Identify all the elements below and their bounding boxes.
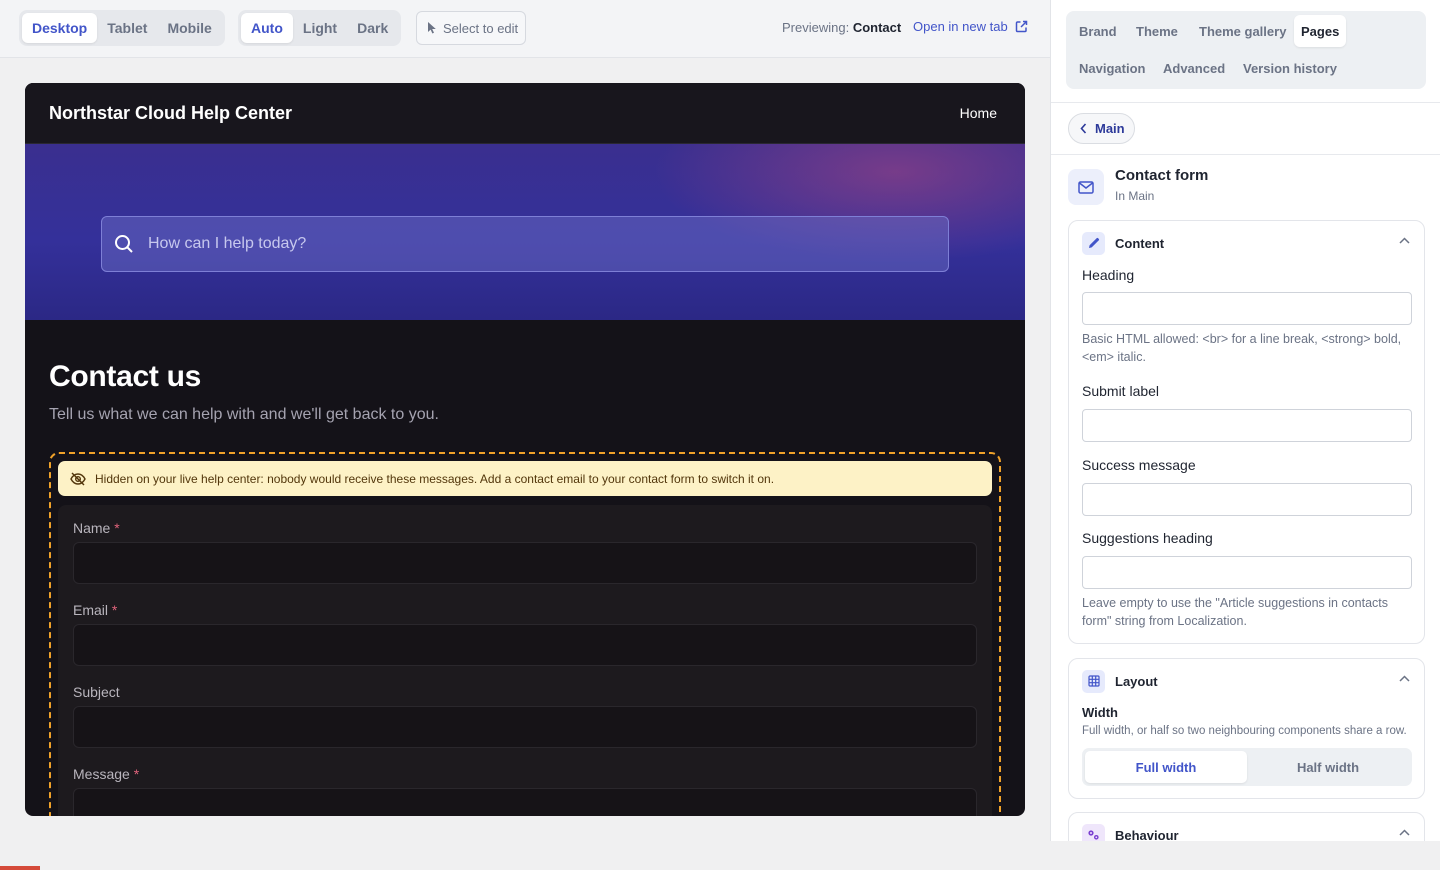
gears-icon — [1082, 823, 1105, 841]
chevron-up-icon — [1399, 829, 1410, 836]
contact-form-component[interactable]: Hidden on your live help center: nobody … — [49, 452, 1001, 816]
subject-input[interactable] — [73, 706, 977, 748]
email-input[interactable] — [73, 624, 977, 666]
suggestions-help-text: Leave empty to use the "Article suggesti… — [1082, 596, 1388, 628]
message-field: Message * — [73, 766, 977, 816]
external-link-icon — [1015, 20, 1027, 33]
hidden-warning-text: Hidden on your live help center: nobody … — [95, 471, 775, 486]
mode-light-option[interactable]: Light — [293, 13, 347, 43]
name-label: Name * — [73, 520, 120, 536]
behaviour-section-title: Behaviour — [1115, 827, 1179, 842]
hero-banner: How can I help today? — [25, 144, 1025, 320]
subject-field: Subject — [73, 684, 977, 748]
submit-label-label: Submit label — [1082, 383, 1160, 399]
contact-heading: Contact us — [49, 360, 202, 393]
cursor-arrow-icon — [428, 22, 436, 34]
corner-indicator — [0, 866, 40, 870]
nav-home-link[interactable]: Home — [960, 105, 997, 121]
color-mode-switcher: Auto Light Dark — [238, 10, 402, 46]
open-in-new-tab-label: Open in new tab — [913, 19, 1008, 34]
select-to-edit-label: Select to edit — [443, 20, 519, 36]
suggestions-heading-label: Suggestions heading — [1082, 530, 1213, 546]
device-tablet-option[interactable]: Tablet — [97, 13, 157, 43]
component-title: Contact form — [1115, 167, 1209, 184]
device-desktop-option[interactable]: Desktop — [22, 13, 98, 43]
search-placeholder: How can I help today? — [148, 235, 307, 252]
tab-advanced[interactable]: Advanced — [1156, 52, 1232, 84]
tab-navigation[interactable]: Navigation — [1072, 52, 1152, 84]
required-marker: * — [114, 520, 120, 536]
eye-off-icon — [70, 472, 86, 485]
hidden-warning-banner: Hidden on your live help center: nobody … — [58, 461, 992, 496]
subject-label: Subject — [73, 684, 120, 700]
divider — [1051, 154, 1440, 155]
chevron-left-icon — [1080, 123, 1087, 134]
suggestions-heading-input[interactable] — [1082, 556, 1412, 589]
layout-section-header[interactable]: Layout — [1069, 659, 1424, 703]
help-center-title[interactable]: Northstar Cloud Help Center — [49, 103, 292, 124]
width-switcher: Full width Half width — [1082, 748, 1412, 786]
width-help-text: Full width, or half so two neighbouring … — [1082, 725, 1407, 737]
content-section-title: Content — [1115, 235, 1165, 251]
editor-tabs: Brand Theme Theme gallery Pages Navigati… — [1066, 11, 1426, 89]
chevron-up-icon — [1399, 675, 1410, 682]
select-to-edit-button[interactable]: Select to edit — [416, 11, 526, 45]
heading-label: Heading — [1082, 267, 1135, 283]
tab-brand[interactable]: Brand — [1072, 15, 1124, 47]
message-label: Message * — [73, 766, 140, 782]
device-mobile-option[interactable]: Mobile — [157, 13, 221, 43]
message-input[interactable] — [73, 788, 977, 816]
submit-label-input[interactable] — [1082, 409, 1412, 442]
full-width-option[interactable]: Full width — [1085, 751, 1247, 783]
previewing-page: Contact — [852, 20, 902, 35]
tab-theme-gallery[interactable]: Theme gallery — [1192, 15, 1293, 47]
previewing-label: Previewing: — [782, 20, 850, 35]
preview-toolbar: Desktop Tablet Mobile Auto Light Dark Se… — [0, 0, 1050, 58]
required-marker: * — [111, 602, 118, 618]
content-section: Content Heading Basic HTML allowed: <br>… — [1068, 220, 1425, 644]
chevron-up-icon — [1399, 237, 1410, 244]
layout-section-title: Layout — [1115, 673, 1158, 689]
divider — [1051, 102, 1440, 103]
search-icon — [115, 235, 133, 253]
editor-panel: Brand Theme Theme gallery Pages Navigati… — [1050, 0, 1440, 841]
help-center-preview: Northstar Cloud Help Center Home How can… — [25, 83, 1025, 816]
heading-input[interactable] — [1082, 292, 1412, 325]
back-to-main-button[interactable]: Main — [1068, 113, 1135, 144]
grid-icon — [1082, 669, 1105, 693]
back-label: Main — [1095, 121, 1125, 136]
behaviour-section: Behaviour — [1068, 812, 1425, 841]
tab-theme[interactable]: Theme — [1129, 15, 1185, 47]
success-message-input[interactable] — [1082, 483, 1412, 516]
contact-subheading: Tell us what we can help with and we'll … — [49, 406, 439, 423]
half-width-option[interactable]: Half width — [1247, 751, 1409, 783]
width-label: Width — [1082, 705, 1118, 720]
mail-icon — [1068, 169, 1104, 205]
email-label: Email * — [73, 602, 118, 618]
tab-version-history[interactable]: Version history — [1236, 52, 1344, 84]
previewing-indicator: Previewing: Contact — [782, 20, 901, 35]
mode-auto-option[interactable]: Auto — [241, 13, 293, 43]
behaviour-section-header[interactable]: Behaviour — [1069, 813, 1424, 841]
email-field: Email * — [73, 602, 977, 666]
pencil-icon — [1082, 231, 1105, 255]
component-location: In Main — [1115, 189, 1155, 203]
layout-section: Layout Width Full width, or half so two … — [1068, 658, 1425, 799]
help-center-header: Northstar Cloud Help Center Home — [25, 83, 1025, 144]
contact-section: Contact us Tell us what we can help with… — [25, 320, 1025, 816]
mode-dark-option[interactable]: Dark — [347, 13, 398, 43]
content-section-header[interactable]: Content — [1069, 221, 1424, 265]
device-switcher: Desktop Tablet Mobile — [19, 10, 225, 46]
help-search-input[interactable]: How can I help today? — [101, 216, 949, 272]
name-input[interactable] — [73, 542, 977, 584]
required-marker: * — [133, 766, 140, 782]
tab-pages[interactable]: Pages — [1294, 15, 1347, 47]
heading-help-text: Basic HTML allowed: <br> for a line brea… — [1082, 332, 1402, 364]
contact-form: Name * Email * Subject Message * — [58, 505, 992, 816]
open-in-new-tab-link[interactable]: Open in new tab — [913, 19, 1028, 34]
name-field: Name * — [73, 520, 977, 584]
success-message-label: Success message — [1082, 457, 1196, 473]
